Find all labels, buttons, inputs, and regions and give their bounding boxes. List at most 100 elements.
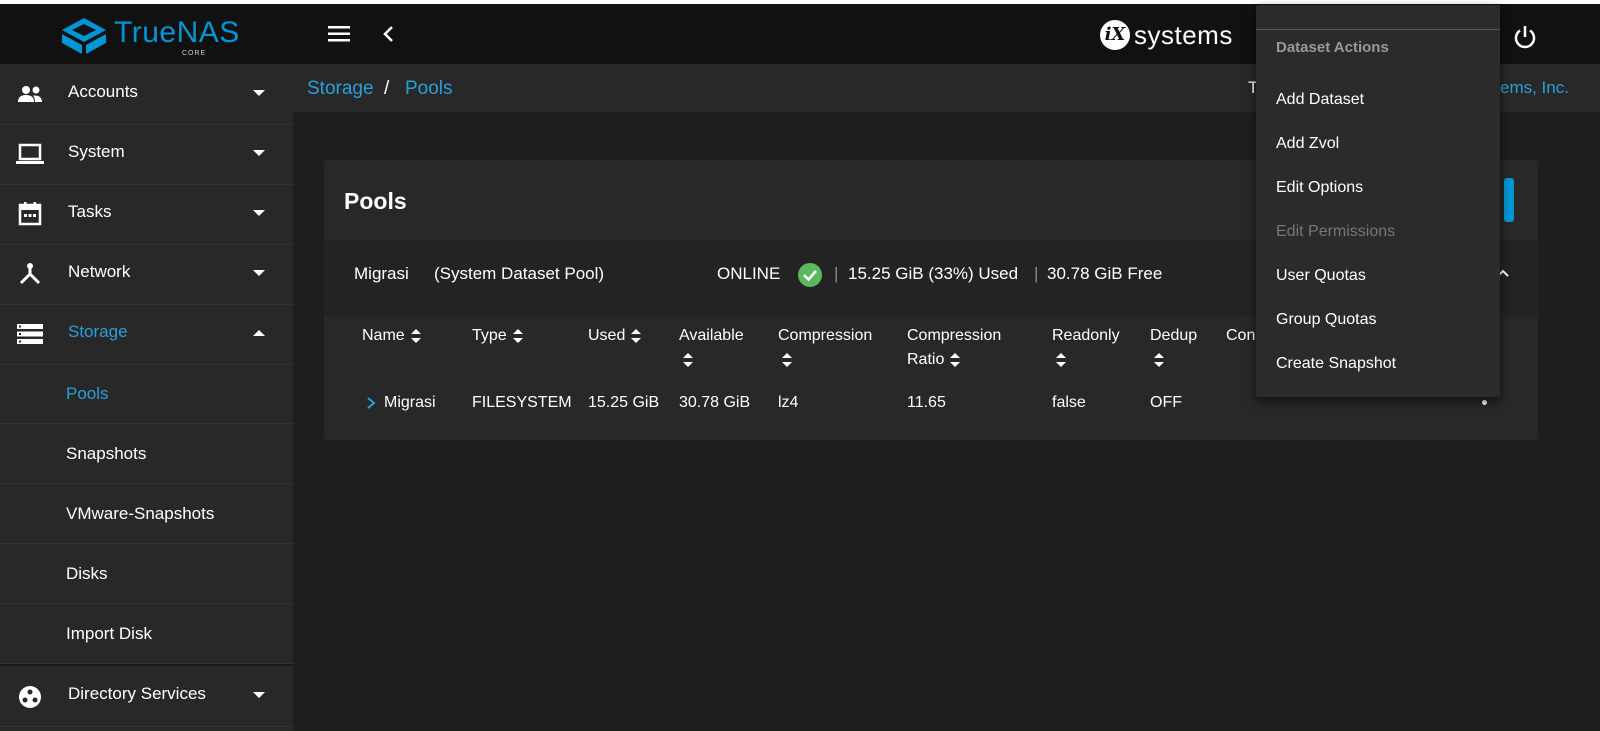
sort-icon	[631, 328, 642, 343]
dataset-type: FILESYSTEM	[472, 394, 572, 411]
caret-down-icon	[253, 270, 265, 276]
menu-item-edit-permissions: Edit Permissions	[1256, 211, 1500, 255]
sidebar-item-directory-services[interactable]: Directory Services	[0, 664, 293, 727]
column-label: Name	[362, 327, 405, 344]
column-label: Readonly	[1052, 327, 1120, 344]
dataset-compression: lz4	[778, 394, 799, 411]
calendar-icon	[18, 202, 42, 226]
sidebar-label: Network	[68, 262, 131, 281]
menu-item-label: Edit Permissions	[1276, 223, 1396, 240]
laptop-icon	[16, 143, 44, 164]
network-icon	[19, 263, 41, 285]
column-label: Compression	[778, 327, 873, 344]
menu-toggle-button[interactable]	[328, 22, 352, 46]
directory-icon	[19, 686, 41, 708]
sort-icon	[950, 352, 961, 367]
sidebar-sublabel: Disks	[66, 564, 108, 583]
sidebar-sublabel: Snapshots	[66, 444, 147, 463]
sidebar-subitem-pools[interactable]: Pools	[0, 364, 293, 424]
back-button[interactable]	[378, 20, 402, 48]
column-label: Compression	[907, 327, 1002, 344]
hamburger-icon	[328, 26, 350, 42]
caret-up-icon	[253, 330, 265, 336]
menu-item-add-dataset[interactable]: Add Dataset	[1256, 79, 1500, 123]
dataset-compression-ratio: 11.65	[907, 394, 946, 411]
column-header-readonly[interactable]: Readonly	[1052, 324, 1120, 372]
sidebar-subitem-snapshots[interactable]: Snapshots	[0, 424, 293, 484]
dataset-readonly: false	[1052, 394, 1086, 411]
add-pool-button[interactable]	[1504, 178, 1514, 222]
menu-item-label: Edit Options	[1276, 179, 1364, 196]
menu-item-create-snapshot[interactable]: Create Snapshot	[1256, 343, 1500, 387]
column-header-used[interactable]: Used	[588, 324, 642, 348]
sidebar-subitem-disks[interactable]: Disks	[0, 544, 293, 604]
column-label: Type	[472, 327, 507, 344]
logo-subtext: CORE	[182, 50, 207, 57]
caret-down-icon	[253, 150, 265, 156]
menu-item-label: Add Dataset	[1276, 91, 1365, 108]
copyright-link[interactable]: ems, Inc.	[1500, 78, 1569, 98]
sidebar-sublabel: Import Disk	[66, 624, 152, 643]
people-icon	[18, 86, 42, 102]
pool-status: ONLINE	[717, 264, 781, 283]
sidebar-item-storage[interactable]: Storage	[0, 304, 293, 365]
chevron-right-icon[interactable]	[366, 396, 376, 410]
sort-icon	[410, 328, 421, 343]
column-label: Ratio	[907, 351, 945, 368]
separator: |	[834, 264, 839, 283]
dataset-used: 15.25 GiB	[588, 394, 660, 411]
column-header-available[interactable]: Available	[679, 324, 744, 372]
menu-header: Dataset Actions	[1276, 39, 1389, 56]
dataset-actions-button[interactable]	[1482, 400, 1487, 405]
separator: |	[1034, 264, 1039, 283]
menu-item-edit-options[interactable]: Edit Options	[1256, 167, 1500, 211]
sort-icon	[683, 352, 693, 367]
breadcrumb-pools[interactable]: Pools	[405, 78, 453, 100]
sort-icon	[1056, 352, 1066, 367]
ix-mark: iX	[1100, 20, 1130, 50]
sort-icon	[512, 328, 523, 343]
menu-item-add-zvol[interactable]: Add Zvol	[1256, 123, 1500, 167]
column-header-name[interactable]: Name	[362, 324, 421, 348]
dataset-dedup: OFF	[1150, 394, 1182, 411]
column-header-comments[interactable]: Con	[1226, 324, 1255, 348]
sidebar-label: Accounts	[68, 82, 138, 101]
sidebar-item-system[interactable]: System	[0, 124, 293, 185]
menu-item-label: Add Zvol	[1276, 135, 1340, 152]
column-label: Available	[679, 327, 744, 344]
dataset-name[interactable]: Migrasi	[384, 394, 436, 412]
sidebar-subitem-vmware-snapshots[interactable]: VMware-Snapshots	[0, 484, 293, 544]
pool-used: 15.25 GiB (33%) Used	[848, 264, 1019, 283]
dataset-actions-menu: Dataset Actions Add Dataset Add Zvol Edi…	[1256, 5, 1500, 397]
dataset-available: 30.78 GiB	[679, 394, 751, 411]
menu-item-label: User Quotas	[1276, 267, 1366, 284]
caret-down-icon	[253, 210, 265, 216]
sidebar-label: Tasks	[68, 202, 112, 221]
sort-icon	[1154, 352, 1164, 367]
column-header-compression[interactable]: Compression	[778, 324, 872, 372]
logo-text: TrueNAS	[114, 16, 240, 49]
sidebar-subitem-import-disk[interactable]: Import Disk	[0, 604, 293, 664]
breadcrumb-storage[interactable]: Storage	[307, 78, 374, 100]
menu-divider	[1256, 29, 1500, 30]
menu-item-user-quotas[interactable]: User Quotas	[1256, 255, 1500, 299]
column-header-type[interactable]: Type	[472, 324, 523, 348]
sidebar-label: Directory Services	[68, 684, 206, 703]
menu-item-group-quotas[interactable]: Group Quotas	[1256, 299, 1500, 343]
column-header-compression-ratio[interactable]: Compression Ratio	[907, 324, 1001, 372]
column-label: Con	[1226, 327, 1256, 344]
sidebar-item-tasks[interactable]: Tasks	[0, 184, 293, 245]
sidebar-item-accounts[interactable]: Accounts	[0, 64, 293, 125]
column-label: Used	[588, 327, 626, 344]
pool-free: 30.78 GiB Free	[1047, 264, 1163, 283]
column-header-dedup[interactable]: Dedup	[1150, 324, 1197, 372]
check-circle-icon	[798, 263, 822, 287]
sidebar-sublabel: VMware-Snapshots	[66, 504, 215, 523]
column-label: Dedup	[1150, 327, 1198, 344]
sidebar-item-network[interactable]: Network	[0, 244, 293, 305]
truenas-logo[interactable]: TrueNAS CORE	[60, 14, 250, 58]
caret-down-icon	[253, 692, 265, 698]
menu-item-label: Create Snapshot	[1276, 355, 1397, 372]
power-button[interactable]	[1512, 24, 1538, 50]
card-title: Pools	[344, 188, 407, 214]
